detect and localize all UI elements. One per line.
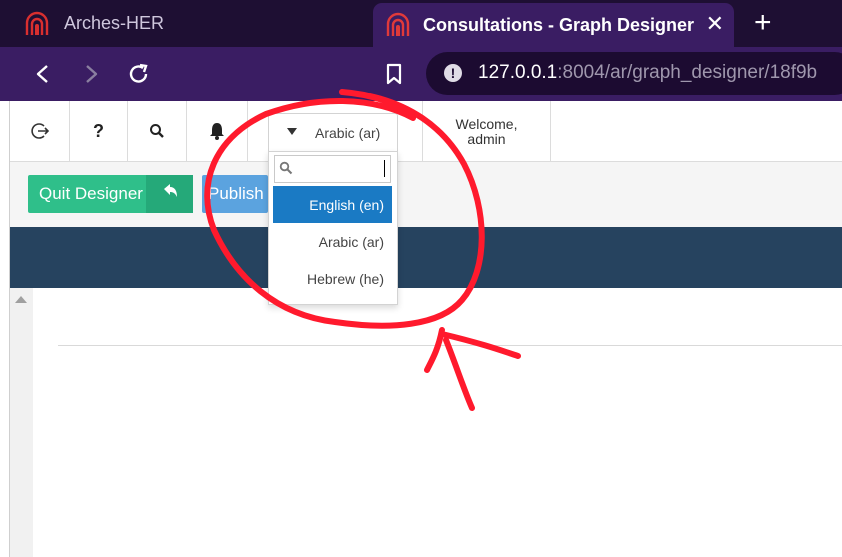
caret-down-icon xyxy=(287,128,297,135)
sign-out-button[interactable] xyxy=(10,101,70,161)
language-search-input[interactable] xyxy=(274,155,391,183)
language-select-value: Arabic (ar) xyxy=(315,125,381,141)
graph-header-band xyxy=(10,227,842,288)
back-icon[interactable] xyxy=(30,61,56,87)
search-icon xyxy=(279,161,293,175)
quit-designer-label: Quit Designer xyxy=(39,184,143,203)
left-edge-strip xyxy=(0,101,10,557)
tab-title: Arches-HER xyxy=(64,13,165,33)
search-icon xyxy=(150,124,164,138)
url-host: 127.0.0.1 xyxy=(478,62,558,83)
welcome-label: Welcome, xyxy=(455,116,518,132)
scrollbar[interactable] xyxy=(10,288,33,557)
help-button[interactable]: ? xyxy=(70,101,128,161)
url-text[interactable]: 127.0.0.1:8004/ar/graph_designer/18f9b xyxy=(478,62,817,84)
arches-logo-icon xyxy=(25,11,49,35)
language-option-ar[interactable]: Arabic (ar) xyxy=(273,223,392,260)
sign-out-icon xyxy=(30,123,49,139)
language-option-en[interactable]: English (en) xyxy=(273,186,392,223)
browser-tab-strip: Arches-HER Consultations - Graph Designe… xyxy=(0,0,842,47)
publish-label: Publish xyxy=(208,184,264,203)
reload-icon[interactable] xyxy=(126,61,152,87)
language-select[interactable]: Arabic (ar) xyxy=(268,113,398,152)
content-divider xyxy=(58,345,842,346)
help-icon: ? xyxy=(93,120,104,141)
scroll-up-arrow-icon[interactable] xyxy=(15,296,27,303)
tab-graph-designer[interactable]: Consultations - Graph Designer ✕ xyxy=(373,3,734,47)
welcome-user[interactable]: Welcome, admin xyxy=(423,101,551,161)
return-arrow-icon xyxy=(164,184,177,197)
language-option-label: English (en) xyxy=(309,197,384,213)
publish-button[interactable]: Publish xyxy=(202,175,268,213)
tab-title: Consultations - Graph Designer xyxy=(423,14,695,35)
bookmark-icon[interactable] xyxy=(381,61,407,87)
quit-designer-button[interactable]: Quit Designer xyxy=(28,175,193,213)
url-path: :8004/ar/graph_designer/18f9b xyxy=(557,62,818,83)
return-icon-box xyxy=(146,175,193,213)
language-option-he[interactable]: Hebrew (he) xyxy=(273,260,392,297)
site-info-icon[interactable]: ! xyxy=(444,64,462,82)
arches-logo-icon xyxy=(386,12,410,36)
language-option-label: Arabic (ar) xyxy=(318,234,384,250)
search-button[interactable] xyxy=(128,101,187,161)
new-tab-button[interactable]: + xyxy=(754,8,772,38)
close-tab-icon[interactable]: ✕ xyxy=(706,13,724,35)
username: admin xyxy=(467,131,506,147)
tab-arches-her[interactable]: Arches-HER xyxy=(0,0,372,47)
forward-icon[interactable] xyxy=(78,61,104,87)
bell-icon xyxy=(210,123,224,140)
language-option-label: Hebrew (he) xyxy=(306,271,384,287)
notifications-button[interactable] xyxy=(187,101,248,161)
text-cursor xyxy=(384,160,385,177)
